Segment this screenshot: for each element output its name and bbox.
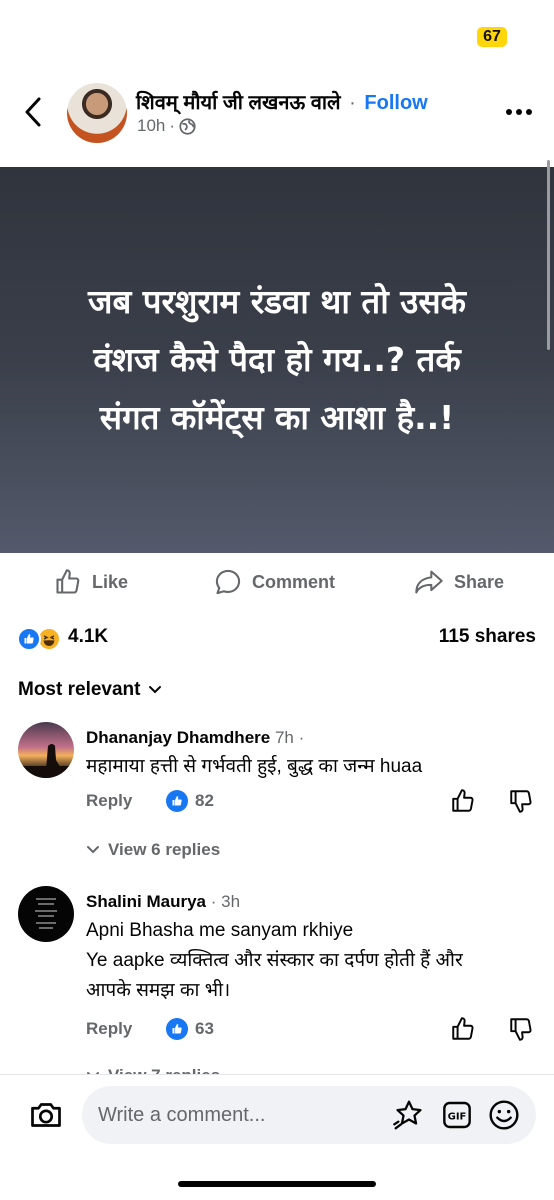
like-button[interactable]: Like: [54, 560, 128, 604]
commenter-avatar[interactable]: [18, 722, 74, 778]
comment-actions: Reply 82: [86, 788, 536, 818]
reaction-count[interactable]: 4.1K: [68, 626, 108, 648]
comment-separator: ·: [210, 892, 217, 911]
like-count: 63: [195, 1019, 214, 1038]
comment-actions: Reply 63: [86, 1016, 536, 1046]
comment-text: महामाया हत्ती से गर्भवती हुई, बुद्ध का ज…: [86, 756, 423, 777]
more-horizontal-icon: [506, 109, 532, 115]
globe-icon: [179, 117, 196, 135]
separator: ·: [349, 92, 356, 114]
post-text: जब परशुराम रंडवा था तो उसके वंशज कैसे पै…: [87, 282, 466, 437]
gif-icon[interactable]: GIF: [441, 1099, 473, 1131]
comment-time: 3h: [221, 892, 241, 911]
comment-separator: ·: [298, 728, 305, 747]
like-reaction-icon: [166, 1018, 188, 1040]
view-replies-button[interactable]: View 6 replies: [86, 840, 220, 860]
like-reaction-icon: [166, 790, 188, 812]
status-bar: 67: [0, 0, 554, 70]
author-avatar[interactable]: [67, 83, 127, 143]
comment-like-count[interactable]: 63: [166, 1018, 214, 1040]
comment-line: आपके समझ का भी।: [86, 980, 231, 1001]
author-name[interactable]: शिवम् मौर्या जी लखनऊ वाले: [136, 92, 341, 114]
like-reaction-icon: [17, 627, 41, 651]
comment-time: 7h: [274, 728, 294, 747]
comment-like-count[interactable]: 82: [166, 790, 214, 812]
scrollbar[interactable]: [547, 160, 550, 350]
comment-bubble-icon: [215, 569, 241, 595]
emoji-icon[interactable]: [488, 1099, 520, 1131]
like-count: 82: [195, 791, 214, 810]
meta-separator: ·: [169, 116, 176, 135]
camera-icon[interactable]: [28, 1097, 64, 1133]
shares-count[interactable]: 115 shares: [439, 626, 536, 648]
comment-text: Apni Bhasha me sanyam rkhiye Ye aapke व्…: [86, 916, 536, 1006]
chevron-left-icon: [25, 97, 41, 127]
commenter-name[interactable]: Dhananjay Dhamdhere: [86, 728, 270, 747]
view-replies-label: View 6 replies: [108, 840, 221, 859]
thumbs-up-icon: [56, 569, 80, 594]
commenter-name[interactable]: Shalini Maurya: [86, 892, 206, 911]
comment-item: Shalini Maurya · 3h Apni Bhasha me sanya…: [0, 886, 554, 1085]
thumbs-up-icon[interactable]: [450, 1016, 476, 1042]
svg-text:GIF: GIF: [448, 1112, 467, 1123]
reply-button[interactable]: Reply: [86, 1019, 132, 1039]
thumbs-up-icon[interactable]: [450, 788, 476, 814]
author-line: शिवम् मौर्या जी लखनऊ वाले · Follow: [136, 88, 428, 115]
back-button[interactable]: [18, 94, 48, 130]
comment-button[interactable]: Comment: [214, 560, 335, 604]
thumbs-down-icon[interactable]: [508, 788, 534, 814]
battery-indicator: 67: [477, 27, 507, 47]
comment-header: Dhananjay Dhamdhere 7h ·: [86, 728, 304, 748]
home-indicator[interactable]: [178, 1181, 376, 1187]
follow-button[interactable]: Follow: [364, 92, 427, 114]
commenter-avatar[interactable]: [18, 886, 74, 942]
post-text-card[interactable]: जब परशुराम रंडवा था तो उसके वंशज कैसे पै…: [0, 167, 554, 553]
reaction-icons[interactable]: [17, 627, 65, 651]
sticker-icon[interactable]: [393, 1099, 425, 1131]
comment-header: Shalini Maurya · 3h: [86, 892, 240, 912]
reply-button[interactable]: Reply: [86, 791, 132, 811]
comment-line: Apni Bhasha me sanyam rkhiye: [86, 920, 354, 941]
comment-label: Comment: [252, 571, 336, 592]
post-header: शिवम् मौर्या जी लखनऊ वाले · Follow 10h ·: [0, 78, 554, 148]
chevron-down-icon: [149, 686, 162, 694]
comment-item: Dhananjay Dhamdhere 7h · महामाया हत्ती स…: [0, 722, 554, 862]
more-options-button[interactable]: [504, 100, 534, 124]
sort-label: Most relevant: [18, 679, 141, 700]
post-time[interactable]: 10h: [137, 116, 165, 136]
reactions-summary: 4.1K 115 shares: [0, 622, 554, 656]
share-label: Share: [454, 571, 505, 592]
share-arrow-icon: [415, 570, 443, 594]
thumbs-down-icon[interactable]: [508, 1016, 534, 1042]
post-meta: 10h ·: [137, 116, 196, 136]
chevron-down-icon: [87, 846, 99, 854]
share-button[interactable]: Share: [414, 560, 504, 604]
action-bar: Like Comment Share: [0, 560, 554, 604]
comment-sort-dropdown[interactable]: Most relevant: [18, 676, 162, 704]
like-label: Like: [92, 571, 129, 592]
comment-line: Ye aapke व्यक्तित्व और संस्कार का दर्पण …: [86, 950, 463, 971]
